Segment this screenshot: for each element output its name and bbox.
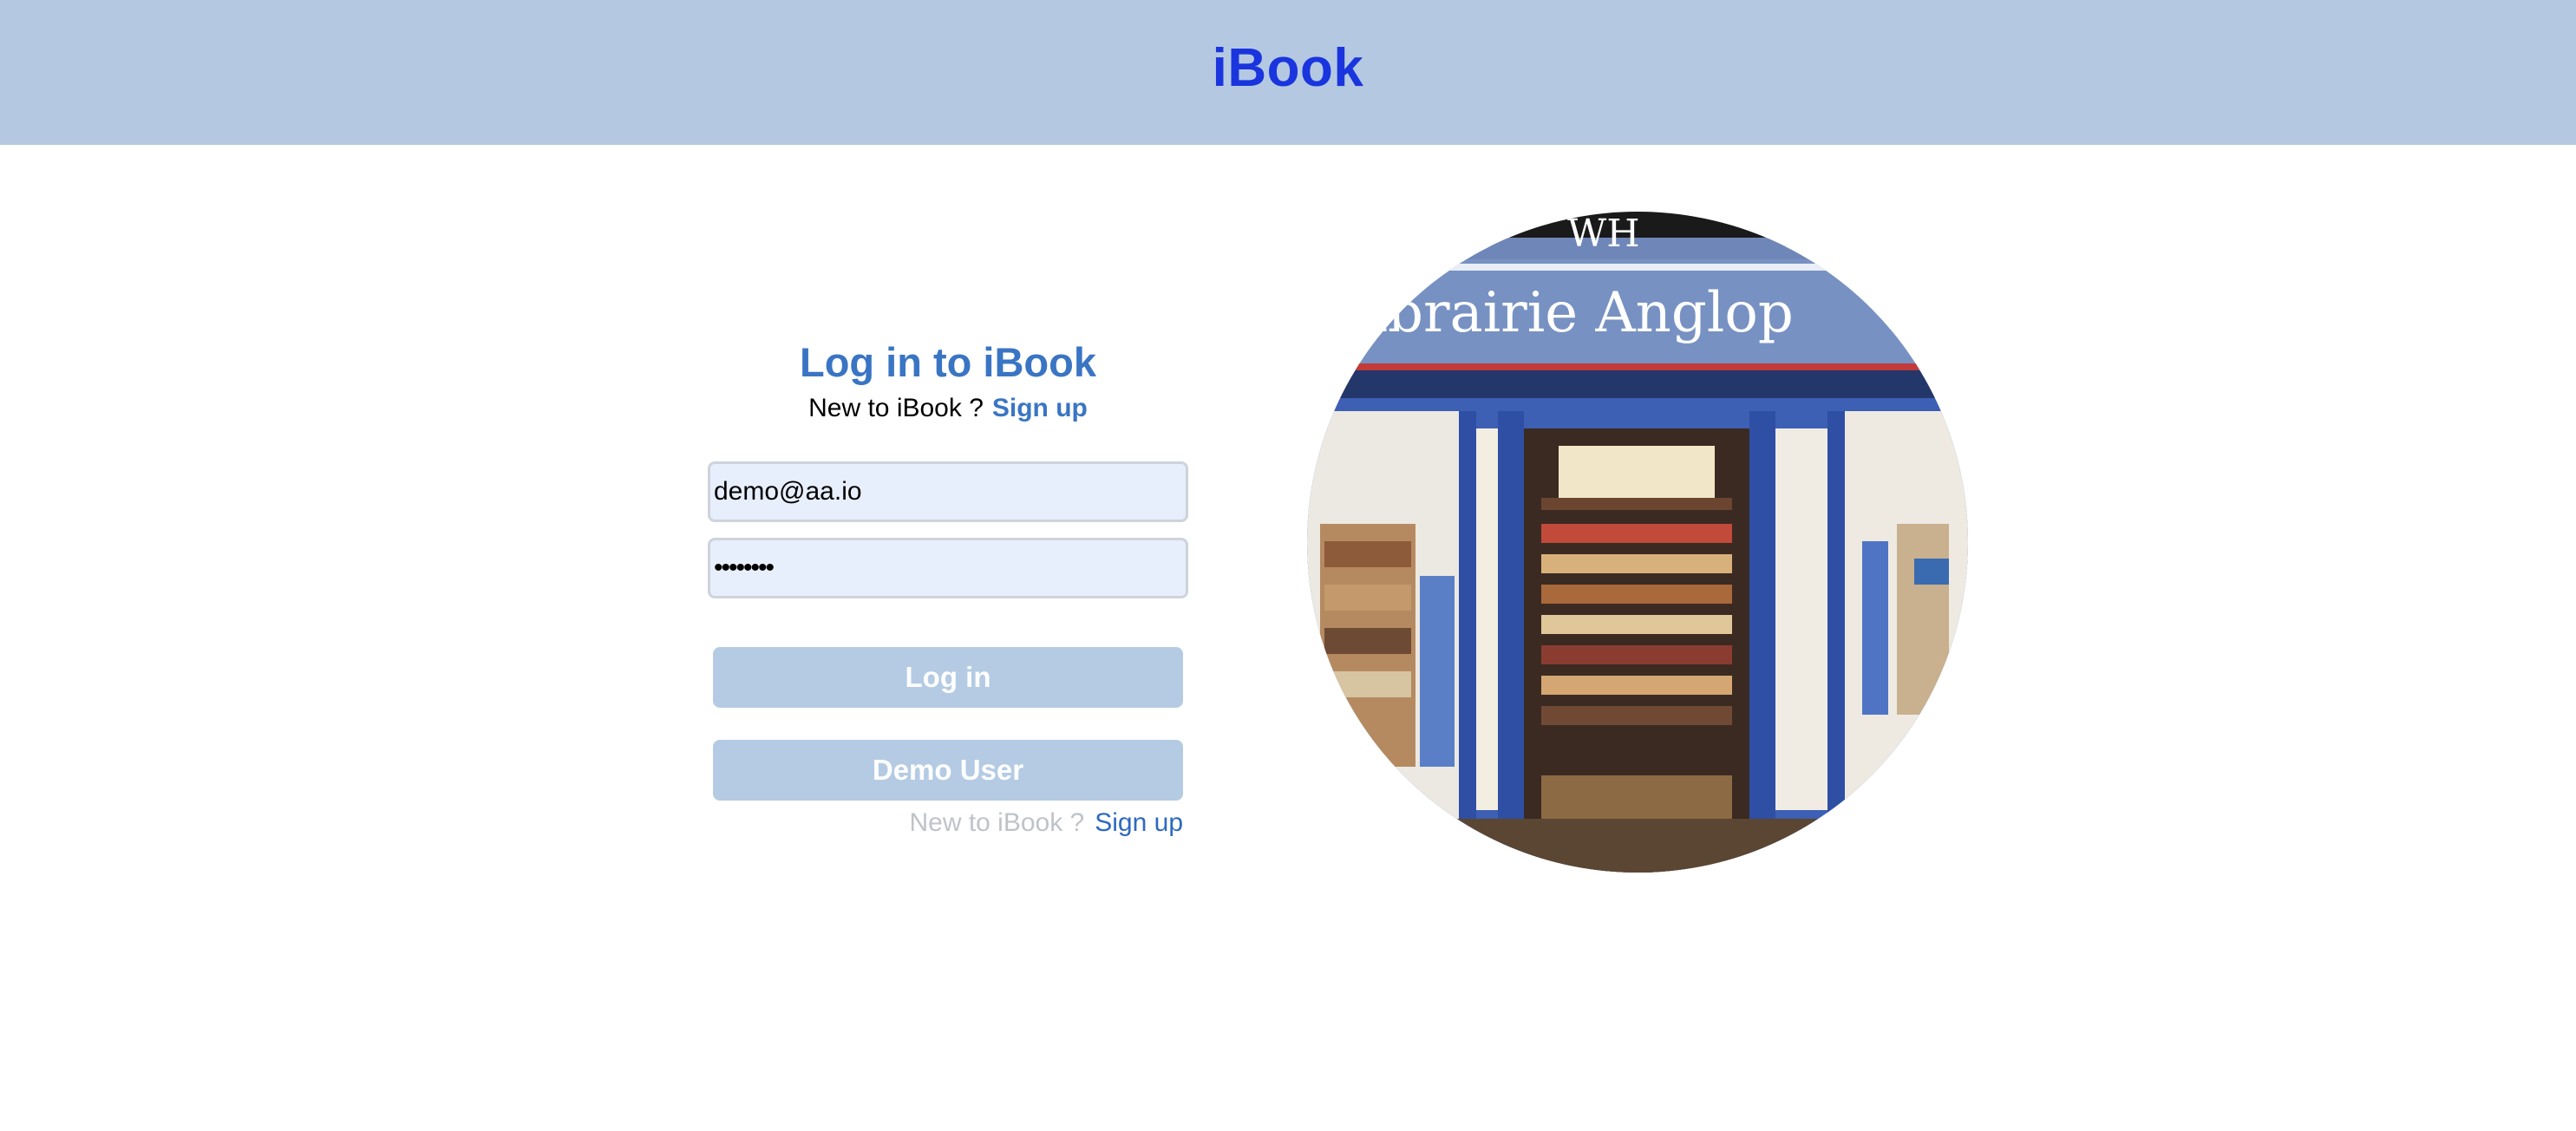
brand-logo[interactable]: iBook — [1213, 37, 1364, 99]
storefront-sign-text: Librairie Anglop — [1333, 281, 1794, 345]
password-field[interactable] — [708, 538, 1188, 598]
signup-prompt: New to iBook ? Sign up — [708, 394, 1188, 423]
top-header: iBook — [0, 0, 2576, 145]
signup-link[interactable]: Sign up — [992, 394, 1088, 422]
bookstore-illustration: WH Librairie Anglop — [1307, 212, 1968, 873]
footer-signup-link[interactable]: Sign up — [1095, 808, 1183, 837]
form-title: Log in to iBook — [800, 339, 1096, 385]
email-field[interactable] — [708, 461, 1188, 522]
bookstore-photo: WH Librairie Anglop — [1307, 212, 1968, 873]
signup-prompt-text: New to iBook ? — [808, 394, 984, 422]
footer-signup-line: New to iBook ? Sign up — [708, 808, 1183, 838]
demo-user-button[interactable]: Demo User — [713, 740, 1183, 801]
top-sign-text: WH — [1567, 212, 1640, 256]
login-button[interactable]: Log in — [713, 647, 1183, 708]
footer-signup-prompt: New to iBook ? — [909, 808, 1085, 837]
